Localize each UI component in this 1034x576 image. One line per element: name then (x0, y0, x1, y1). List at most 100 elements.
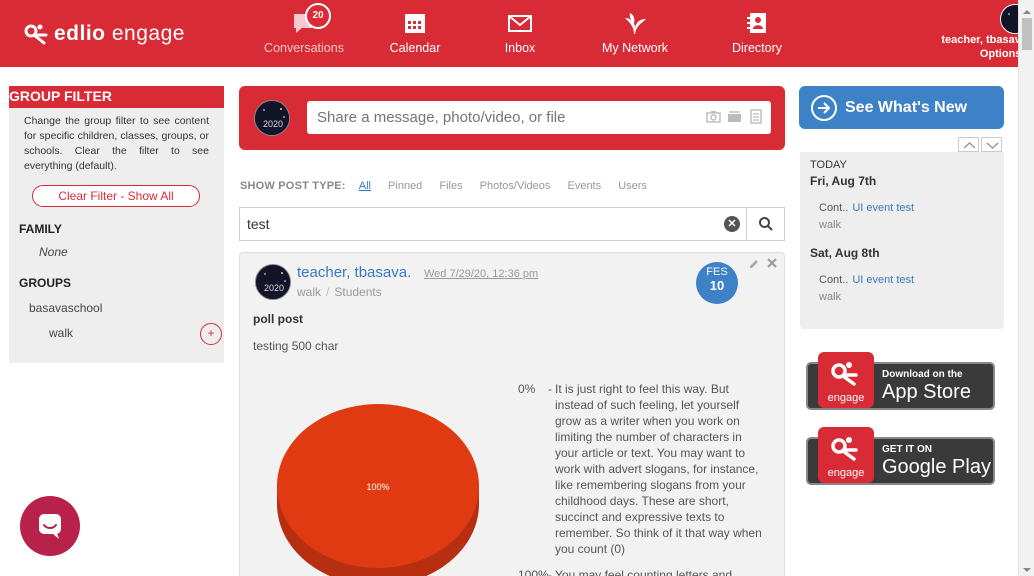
event-2-prefix: Cont.. (819, 274, 849, 286)
edlio-engage-logo[interactable]: edlio engage (24, 19, 185, 49)
google-play-small-text: GET IT ON (882, 444, 932, 455)
event-item-1[interactable]: Cont.. UI event test (819, 202, 914, 214)
see-whats-new-label: See What's New (845, 99, 968, 116)
close-icon[interactable] (767, 257, 777, 271)
nav-conversations[interactable]: Conversations (262, 0, 346, 67)
date-badge-day: 10 (709, 278, 725, 293)
nav-calendar-label: Calendar (389, 41, 441, 55)
events-prev-chevron-up-icon[interactable] (958, 137, 979, 152)
arrow-right-circle-icon (811, 95, 837, 121)
conversations-count-badge: 20 (305, 3, 331, 29)
post-date-badge: FES 10 (696, 262, 738, 304)
share-message-input[interactable] (307, 101, 771, 134)
post-audience[interactable]: Students (334, 285, 381, 299)
page-scrollbar[interactable] (1018, 0, 1034, 576)
brand-edlio: edlio (54, 22, 106, 45)
family-none-value: None (39, 245, 68, 259)
event-1-prefix: Cont.. (819, 202, 849, 214)
date-badge-month: FES (706, 266, 728, 278)
app-store-badge[interactable]: engage Download on the App Store (806, 352, 995, 410)
post-group-path: walk / Students (297, 285, 382, 299)
event-2-title[interactable]: UI event test (852, 274, 914, 286)
post-type-events[interactable]: Events (567, 180, 601, 192)
event-item-2[interactable]: Cont.. UI event test (819, 274, 914, 286)
file-icon[interactable] (748, 109, 763, 124)
calendar-icon (401, 10, 429, 36)
search-icon (758, 216, 774, 237)
group-item-basavaschool[interactable]: basavaschool (29, 301, 102, 315)
poll-pie-chart: 100% (276, 404, 480, 576)
nav-inbox[interactable]: Inbox (490, 0, 550, 67)
nav-conversations-label: Conversations (264, 41, 344, 55)
google-play-big-text: Google Play (882, 456, 991, 478)
post-type-filter: SHOW POST TYPE: All Pinned Files Photos/… (240, 180, 647, 192)
nav-directory[interactable]: Directory (726, 0, 788, 67)
post-body: testing 500 char (253, 339, 339, 353)
family-heading: FAMILY (19, 222, 62, 236)
brand-engage: engage (111, 22, 185, 45)
nav-my-network-label: My Network (602, 41, 668, 55)
groups-heading: GROUPS (19, 276, 72, 290)
share-avatar-text: 2020 (263, 119, 283, 129)
app-store-big-text: App Store (882, 381, 971, 403)
post-type-all[interactable]: All (359, 180, 371, 192)
event-1-group: walk (819, 219, 842, 231)
post-type-files[interactable]: Files (439, 180, 462, 192)
poll-option-1-text[interactable]: It is just right to feel this way. But i… (555, 381, 767, 557)
contacts-icon (743, 10, 771, 36)
post-type-photos-videos[interactable]: Photos/Videos (480, 180, 551, 192)
event-1-title[interactable]: UI event test (852, 202, 914, 214)
nav-directory-label: Directory (731, 41, 782, 55)
search-button[interactable] (746, 207, 785, 241)
share-attachment-icons (706, 109, 768, 127)
video-icon[interactable] (727, 109, 742, 124)
chat-widget-icon (37, 512, 63, 545)
user-menu[interactable]: teacher, tbasava. Options ▾ (914, 0, 1034, 67)
events-day-1: Fri, Aug 7th (810, 174, 877, 188)
leaf-icon (621, 10, 649, 36)
envelope-icon (506, 10, 534, 36)
edlio-logo-icon (24, 21, 50, 47)
engage-logo-text: engage (827, 392, 865, 404)
post-title: poll post (253, 312, 303, 326)
poll-option-1-percent: 0% (518, 382, 536, 396)
events-next-chevron-down-icon[interactable] (981, 137, 1002, 152)
poll-option-2-percent: 100% (518, 568, 549, 576)
group-filter-description: Change the group filter to see content f… (24, 115, 209, 172)
nav-calendar[interactable]: Calendar (380, 0, 450, 67)
share-user-avatar: 2020 (254, 100, 290, 136)
post-author-name[interactable]: teacher, tbasava. (297, 264, 411, 281)
engage-app-logo: engage (818, 427, 874, 483)
support-chat-button[interactable] (20, 496, 80, 556)
post-timestamp[interactable]: Wed 7/29/20, 12:36 pm (424, 268, 538, 280)
app-store-small-text: Download on the (882, 369, 963, 380)
add-group-button[interactable]: + (200, 323, 222, 345)
events-pager (958, 137, 1002, 152)
google-play-badge[interactable]: engage GET IT ON Google Play (806, 427, 995, 485)
search-input[interactable] (239, 207, 746, 241)
post-avatar-text: 2020 (264, 283, 284, 293)
poll-option-2-text[interactable]: You may feel counting letters and (555, 567, 767, 576)
clear-filter-button[interactable]: Clear Filter - Show All (32, 185, 200, 207)
post-type-label: SHOW POST TYPE: (240, 180, 346, 192)
camera-icon[interactable] (706, 109, 721, 124)
nav-inbox-label: Inbox (504, 41, 536, 55)
post-type-pinned[interactable]: Pinned (388, 180, 422, 192)
scroll-up-arrow-icon[interactable] (1022, 4, 1032, 14)
nav-my-network[interactable]: My Network (596, 0, 674, 67)
scroll-down-arrow-icon[interactable] (1022, 562, 1032, 572)
engage-logo-text: engage (827, 467, 865, 479)
post-group-name[interactable]: walk (297, 285, 321, 299)
post-type-users[interactable]: Users (618, 180, 647, 192)
user-name: teacher, tbasava. (941, 34, 1030, 46)
events-day-2: Sat, Aug 8th (810, 246, 880, 260)
group-filter-title: GROUP FILTER (9, 88, 112, 104)
engage-app-logo: engage (818, 352, 874, 408)
scrollbar-thumb[interactable] (1022, 18, 1032, 50)
pie-label: 100% (366, 482, 389, 492)
group-item-walk[interactable]: walk (49, 326, 73, 340)
event-2-group: walk (819, 291, 842, 303)
edit-pencil-icon[interactable] (748, 258, 760, 273)
clear-search-icon[interactable]: ✕ (724, 216, 740, 232)
post-author-avatar[interactable]: 2020 (255, 264, 291, 300)
